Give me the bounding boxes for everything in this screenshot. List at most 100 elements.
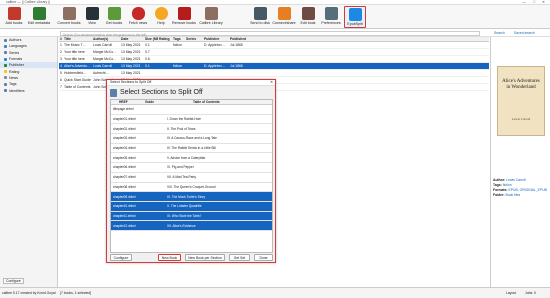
book-icon (110, 89, 117, 97)
authors-icon (4, 38, 7, 42)
tags-link[interactable]: fiction (503, 183, 512, 187)
calibre-library-button[interactable]: Calibre Library (198, 6, 224, 28)
column-header[interactable]: Tags (172, 37, 185, 41)
split-dialog: Select Sections to Split Off ✕ Select Se… (106, 79, 276, 263)
sidebar-item-identifiers[interactable]: Identifiers (0, 87, 57, 93)
view-button[interactable]: View (82, 6, 102, 28)
star-icon (4, 70, 7, 74)
new-book-per-section-button[interactable]: New Book per Section (185, 254, 225, 261)
dialog-configure-button[interactable]: Configure (110, 254, 132, 261)
connect-share-button[interactable]: Connect/share (272, 6, 296, 28)
section-row[interactable]: titlepage.xhtml (111, 105, 272, 115)
status-count: [7 books, 1 selected] (60, 291, 92, 295)
languages-icon (4, 44, 7, 48)
epubsplit-icon (348, 8, 362, 21)
get-books-button[interactable]: Get books (103, 6, 125, 28)
sections-table: HREF Guide Table of Contents titlepage.x… (110, 99, 273, 253)
section-row[interactable]: chapter01.xhtml I. Down the Rabbit-Hole (111, 115, 272, 125)
book-details-panel: Alice's Adventures in Wonderland Lewis C… (490, 37, 550, 287)
status-bar: calibre 5.17 created by Kovid Goyal [7 b… (0, 287, 550, 298)
formats-link[interactable]: EPUB, ORIGINAL_EPUB (508, 188, 546, 192)
column-header[interactable]: Table of Contents (167, 100, 267, 104)
column-header[interactable]: Series (185, 37, 203, 41)
section-row-selected[interactable]: chapter09.xhtml IX. The Mock Turtle's Sto… (111, 192, 272, 202)
author-link[interactable]: Lewis Carroll (506, 178, 526, 182)
news-icon (4, 76, 7, 80)
window-controls[interactable]: — □ ✕ (523, 0, 549, 4)
layout-button[interactable]: Layout (506, 291, 516, 295)
send-to-disk-icon (253, 7, 267, 20)
search-button[interactable]: Search (494, 31, 505, 35)
configure-button[interactable]: Configure (3, 278, 24, 284)
heart-icon (131, 7, 145, 20)
add-books-button[interactable]: Add books (2, 6, 26, 28)
section-row-selected[interactable]: chapter10.xhtml X. The Lobster Quadrille (111, 201, 272, 212)
dialog-title: Select Sections to Split Off (110, 80, 152, 84)
saved-search-button[interactable]: Saved search (514, 31, 535, 35)
column-header[interactable]: Date (120, 37, 144, 41)
book-cover[interactable]: Alice's Adventures in Wonderland Lewis C… (497, 66, 545, 136)
section-row[interactable]: chapter05.xhtml V. Advice from a Caterpil… (111, 153, 272, 164)
edit-metadata-button[interactable]: Edit metadata (27, 6, 51, 28)
remove-books-button[interactable]: Remove books (172, 6, 196, 28)
preferences-button[interactable]: Preferences (319, 6, 343, 28)
edit-metadata-icon (32, 7, 46, 20)
section-row-selected[interactable]: chapter12.xhtml XII. Alice's Evidence (111, 221, 272, 231)
fetch-news-button[interactable]: Fetch news (127, 6, 149, 28)
section-row[interactable]: chapter07.xhtml VII. A Mad Tea-Party (111, 173, 272, 183)
status-version: calibre 5.17 created by Kovid Goyal (2, 291, 56, 295)
table-row[interactable]: 5 Hubbersfield… Aufrecht… 13 May 2021 (59, 70, 489, 77)
remove-books-icon (177, 7, 191, 20)
table-row[interactable]: 2 Your title here Margie McCo… 13 May 2021 0… (59, 49, 489, 56)
column-header[interactable]: Author(s) (92, 37, 120, 41)
section-row[interactable]: chapter06.xhtml VI. Pig and Pepper (111, 163, 272, 173)
new-book-button[interactable]: New Book (158, 254, 181, 261)
dialog-titlebar: Select Sections to Split Off ✕ (107, 80, 275, 86)
window-title: calibre — || Calibre Library || (6, 0, 51, 4)
publisher-icon (4, 63, 7, 67)
column-header[interactable]: Publisher (203, 37, 229, 41)
main-toolbar: Add books Edit metadata Convert books Vi… (0, 5, 550, 29)
convert-books-button[interactable]: Convert books (57, 6, 81, 28)
cover-author: Lewis Carroll (511, 117, 531, 121)
series-icon (4, 51, 7, 55)
folder-link[interactable]: Book files (505, 193, 520, 197)
convert-books-icon (62, 7, 76, 20)
table-row[interactable]: 1 The Music T… Louis Carroll 13 May 2021 0.1… (59, 42, 489, 49)
section-row[interactable]: chapter03.xhtml III. A Caucus-Race and a … (111, 134, 272, 144)
help-icon (154, 7, 168, 20)
column-header[interactable]: Guide (145, 100, 167, 104)
book-metadata: Author: Lewis Carroll Tags: fiction Form… (493, 178, 547, 197)
section-row-selected[interactable]: chapter11.xhtml XI. Who Stole the Tarts? (111, 211, 272, 222)
send-to-disk-button[interactable]: Send to disk (249, 6, 271, 28)
column-header[interactable]: Size (MB) (144, 37, 158, 41)
search-bar: Search (For advanced search click the ge… (0, 30, 550, 37)
done-button[interactable]: Done (254, 254, 273, 261)
table-row[interactable]: 3 Your title here Margie McCo… 13 May 2021 0… (59, 56, 489, 63)
library-icon (204, 7, 218, 20)
get-books-icon (107, 7, 121, 20)
column-header[interactable]: HREF (111, 100, 145, 104)
section-row[interactable]: chapter02.xhtml II. The Pool of Tears (111, 124, 272, 135)
search-input[interactable]: Search (For advanced search click the ge… (60, 31, 480, 37)
cover-title: Alice's Adventures in Wonderland (502, 79, 540, 90)
formats-icon (4, 57, 7, 61)
edit-book-icon (301, 7, 315, 20)
get-set-button[interactable]: Get Set (229, 254, 250, 261)
tags-icon (4, 82, 7, 86)
epubsplit-button[interactable]: EpubSplit (344, 6, 366, 28)
close-icon[interactable]: ✕ (270, 80, 273, 84)
column-header[interactable]: Title (63, 37, 92, 41)
help-button[interactable]: Help (151, 6, 171, 28)
column-header[interactable]: Rating (158, 37, 172, 41)
section-row[interactable]: chapter04.xhtml IV. The Rabbit Sends in a… (111, 144, 272, 154)
add-books-icon (7, 7, 21, 20)
table-row-selected[interactable]: 4 Alice's Adventu… Louis Carroll 13 May 202… (59, 63, 489, 70)
section-row[interactable]: chapter08.xhtml VIII. The Queen's Croquet… (111, 183, 272, 193)
connect-share-icon (277, 7, 291, 20)
dialog-heading: Select Sections to Split Off (120, 89, 203, 96)
column-header[interactable]: Published (229, 37, 249, 41)
tag-browser: Authors Languages Series Formats Publish… (0, 37, 58, 287)
edit-book-button[interactable]: Edit book (298, 6, 318, 28)
jobs-indicator[interactable]: Jobs: 0 (525, 291, 536, 295)
